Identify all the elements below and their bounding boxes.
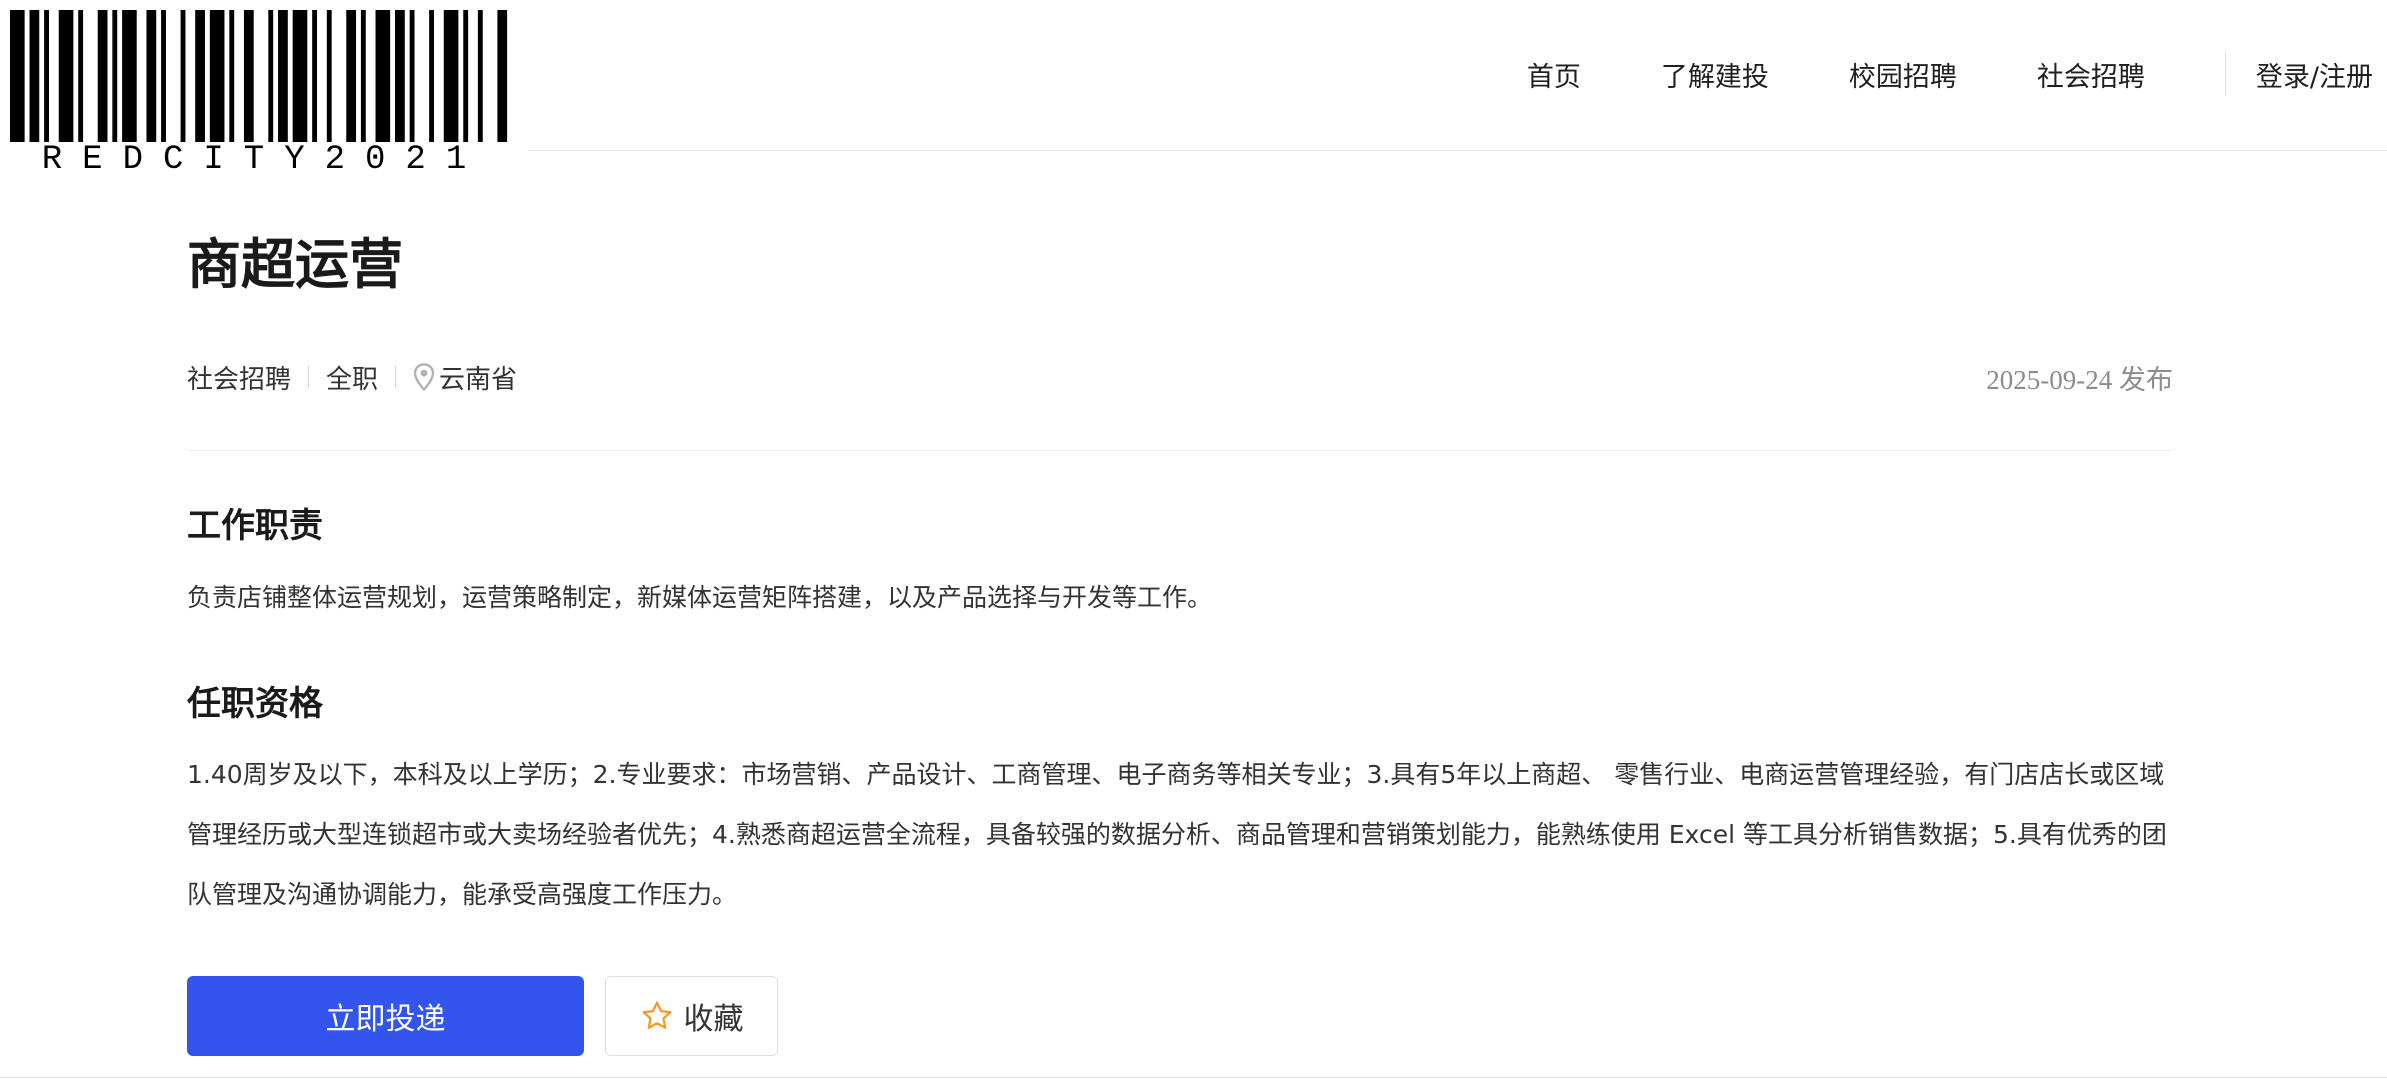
duties-text: 负责店铺整体运营规划，运营策略制定，新媒体运营矩阵搭建，以及产品选择与开发等工作… (187, 583, 1213, 612)
site-header: REDCITY2021 首页 了解建投 校园招聘 社会招聘 登录/注册 (0, 0, 2387, 184)
barcode-logo-icon (10, 10, 508, 142)
qualifications-text: 1.40周岁及以下，本科及以上学历；2.专业要求：市场营销、产品设计、工商管理、… (187, 760, 2167, 909)
login-register-link[interactable]: 登录/注册 (2256, 55, 2373, 94)
nav-about[interactable]: 了解建投 (1661, 55, 1769, 94)
map-pin-icon (413, 363, 435, 391)
nav-home[interactable]: 首页 (1527, 55, 1581, 94)
job-location: 云南省 (439, 364, 518, 395)
nav-social-recruitment[interactable]: 社会招聘 (2037, 55, 2145, 94)
qualifications-heading: 任职资格 (187, 684, 323, 724)
job-title: 商超运营 (187, 233, 403, 296)
meta-separator (395, 366, 397, 388)
nav-campus-recruitment[interactable]: 校园招聘 (1849, 55, 1957, 94)
favorite-button[interactable]: 收藏 (605, 976, 778, 1056)
apply-button[interactable]: 立即投递 (187, 976, 584, 1056)
page-bottom-border (0, 1077, 2387, 1078)
nav-divider (2224, 52, 2226, 96)
job-meta: 社会招聘 全职 云南省 2025-09-24 发布 (187, 357, 2173, 397)
star-outline-icon (640, 999, 674, 1033)
job-type: 全职 (326, 364, 379, 395)
apply-button-label: 立即投递 (325, 1002, 446, 1037)
content-divider (187, 450, 2173, 451)
publish-date: 2025-09-24 发布 (1986, 364, 2173, 395)
duties-heading: 工作职责 (187, 506, 323, 546)
favorite-button-label: 收藏 (683, 1002, 744, 1037)
job-category: 社会招聘 (187, 364, 292, 395)
logo-text: REDCITY2021 (41, 141, 487, 179)
main-nav: 首页 了解建投 校园招聘 社会招聘 登录/注册 (1527, 52, 2387, 96)
site-logo[interactable]: REDCITY2021 (0, 0, 528, 184)
meta-separator (308, 366, 310, 388)
